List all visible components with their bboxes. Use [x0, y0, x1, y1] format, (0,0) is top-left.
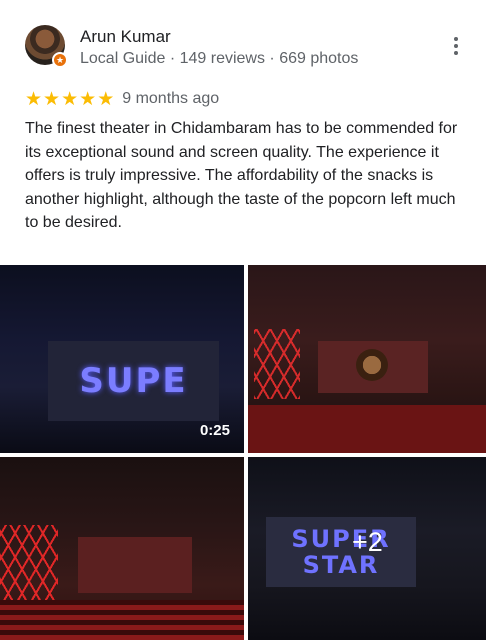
reviewer-meta[interactable]: Local Guide · 149 reviews · 669 photos: [80, 50, 358, 68]
screen-text: SUPE: [79, 361, 188, 401]
review-date: 9 months ago: [122, 90, 220, 107]
review-header: ★ Arun Kumar Local Guide · 149 reviews ·…: [0, 0, 486, 82]
seating-rows: [0, 600, 244, 640]
photo-more-thumbnail[interactable]: SUPER STAR +2: [248, 457, 486, 640]
reviewer-name[interactable]: Arun Kumar: [80, 27, 171, 47]
seating-rows: [248, 405, 486, 453]
hexagon-wall-decor: [254, 329, 300, 399]
star-icon: ★: [43, 88, 61, 110]
photo-thumbnail[interactable]: [248, 265, 486, 453]
cinema-screen: SUPE: [48, 341, 219, 421]
cinema-screen: [318, 341, 428, 393]
star-icon: ★: [79, 88, 97, 110]
screen-portrait: [356, 349, 388, 381]
cinema-screen: SUPER STAR: [266, 517, 416, 587]
star-icon: ★: [97, 88, 115, 110]
local-guide-badge-icon: ★: [52, 52, 68, 68]
review-text: The finest theater in Chidambaram has to…: [25, 120, 458, 231]
photo-thumbnail[interactable]: [0, 457, 244, 640]
star-rating: ★ ★ ★ ★ ★: [25, 90, 114, 109]
cinema-screen: [78, 537, 192, 593]
hexagon-wall-decor: [0, 525, 58, 605]
more-photos-count: +2: [352, 527, 383, 557]
more-vert-icon[interactable]: [444, 33, 468, 59]
photo-video-thumbnail[interactable]: SUPE 0:25: [0, 265, 244, 453]
photo-grid: SUPE 0:25 SUPER STAR +2: [0, 265, 486, 640]
star-icon: ★: [61, 88, 79, 110]
video-duration: 0:25: [199, 422, 230, 439]
avatar[interactable]: ★: [25, 25, 68, 68]
star-icon: ★: [25, 88, 43, 110]
rating-row: ★ ★ ★ ★ ★ 9 months ago: [25, 88, 219, 110]
